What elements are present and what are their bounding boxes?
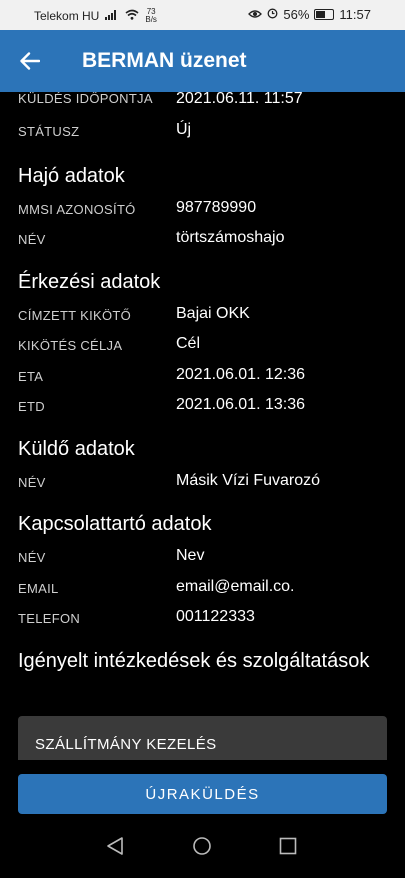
detail-row-contact-name: NÉV Nev (0, 546, 405, 570)
detail-row-sent-time: KÜLDÉS IDŐPONTJA 2021.06.11. 11:57 (0, 92, 405, 116)
signal-icon (105, 9, 119, 23)
page-title: BERMAN üzenet (82, 49, 247, 72)
detail-label: NÉV (18, 475, 46, 490)
nav-back-icon[interactable] (106, 836, 124, 861)
detail-value: Cél (176, 335, 201, 352)
alarm-icon (267, 7, 278, 22)
eye-icon (248, 7, 263, 22)
detail-row-sender-name: NÉV Másik Vízi Fuvarozó (0, 471, 405, 495)
back-arrow-icon (20, 52, 40, 70)
detail-value: törtszámoshajo (176, 229, 285, 246)
detail-value: 2021.06.11. 11:57 (176, 92, 303, 107)
detail-value: Nev (176, 547, 205, 564)
section-title-ship: Hajó adatok (18, 165, 125, 187)
detail-value: Bajai OKK (176, 305, 250, 322)
service-card[interactable]: SZÁLLÍTMÁNY KEZELÉS (18, 716, 387, 760)
detail-row-ship-name: NÉV törtszámoshajo (0, 228, 405, 252)
resend-button[interactable]: ÚJRAKÜLDÉS (18, 774, 387, 814)
detail-value: Új (176, 121, 192, 138)
detail-row-email: EMAIL email@email.co. (0, 577, 405, 601)
status-bar: Telekom HU 73 B/s 56% 11:57 (0, 0, 405, 30)
section-title-sender: Küldő adatok (18, 438, 135, 460)
detail-label: CÍMZETT KIKÖTŐ (18, 308, 132, 323)
detail-row-phone: TELEFON 001122333 (0, 607, 405, 631)
detail-value: Másik Vízi Fuvarozó (176, 472, 321, 489)
detail-label: EMAIL (18, 581, 59, 596)
battery-icon (314, 9, 335, 20)
service-card-title: SZÁLLÍTMÁNY KEZELÉS (35, 736, 217, 753)
detail-row-port: CÍMZETT KIKÖTŐ Bajai OKK (0, 304, 405, 328)
nav-home-icon[interactable] (192, 836, 212, 861)
section-title-contact: Kapcsolattartó adatok (18, 513, 212, 535)
detail-label: ETA (18, 369, 44, 384)
message-details[interactable]: KÜLDÉS IDŐPONTJA 2021.06.11. 11:57 STÁTU… (0, 92, 405, 760)
detail-label: MMSI AZONOSÍTÓ (18, 202, 136, 217)
detail-row-eta: ETA 2021.06.01. 12:36 (0, 365, 405, 389)
carrier-name: Telekom HU (34, 9, 100, 23)
section-title-services: Igényelt intézkedések és szolgáltatások (18, 650, 370, 672)
wifi-icon (125, 9, 139, 23)
nav-recents-icon[interactable] (279, 836, 297, 861)
battery-percent: 56% (283, 7, 310, 22)
network-speed: 73 B/s (145, 8, 157, 24)
detail-row-etd: ETD 2021.06.01. 13:36 (0, 395, 405, 419)
detail-label: STÁTUSZ (18, 124, 80, 139)
app-bar: BERMAN üzenet (0, 30, 405, 92)
detail-value: 2021.06.01. 12:36 (176, 366, 306, 383)
detail-label: KÜLDÉS IDŐPONTJA (18, 92, 153, 106)
detail-label: ETD (18, 399, 45, 414)
detail-value: 001122333 (176, 608, 255, 625)
detail-label: NÉV (18, 232, 46, 247)
section-title-arrival: Érkezési adatok (18, 271, 161, 293)
detail-value: 2021.06.01. 13:36 (176, 396, 306, 413)
detail-label: TELEFON (18, 611, 81, 626)
detail-value: email@email.co. (176, 578, 295, 595)
detail-row-mmsi: MMSI AZONOSÍTÓ 987789990 (0, 198, 405, 222)
speed-unit: B/s (145, 15, 157, 24)
back-button[interactable] (0, 30, 60, 92)
clock: 11:57 (339, 7, 371, 22)
detail-row-status: STÁTUSZ Új (0, 120, 405, 144)
detail-row-purpose: KIKÖTÉS CÉLJA Cél (0, 334, 405, 358)
detail-value: 987789990 (176, 199, 257, 216)
system-nav-bar (0, 820, 405, 878)
detail-label: KIKÖTÉS CÉLJA (18, 338, 123, 353)
detail-label: NÉV (18, 550, 46, 565)
